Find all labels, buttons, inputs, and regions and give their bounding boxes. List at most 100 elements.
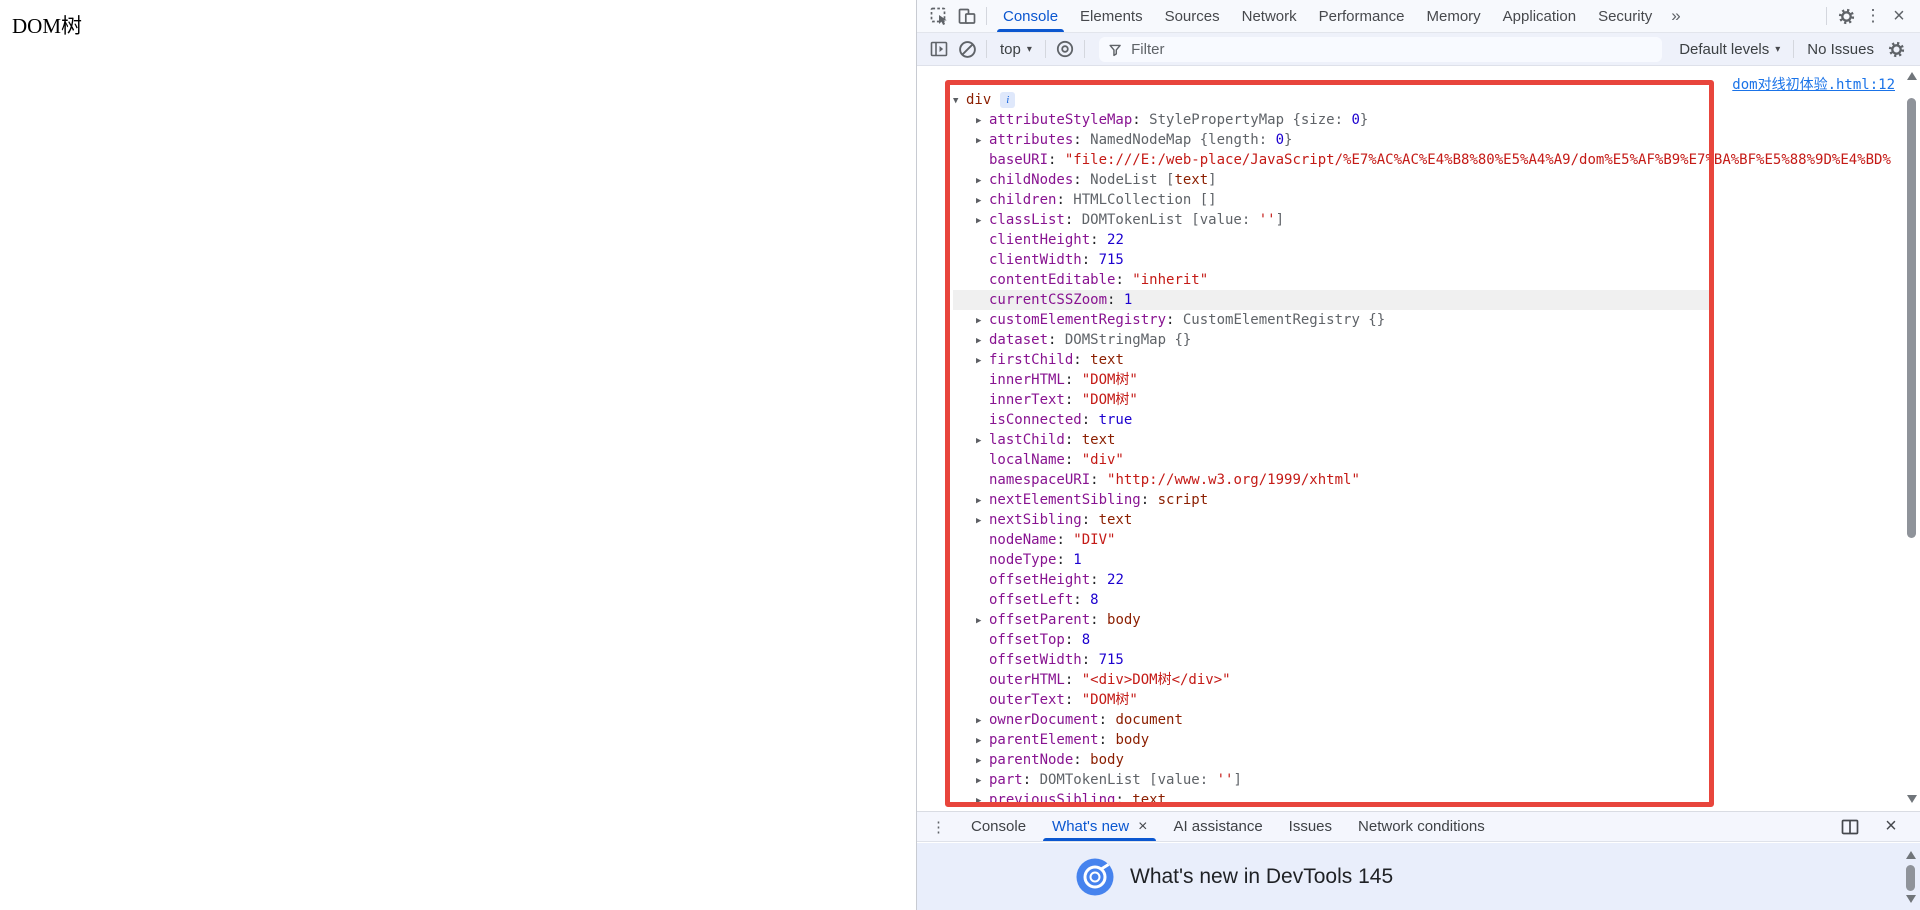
expand-closed-icon[interactable]: ▶ — [976, 191, 990, 211]
expand-open-icon[interactable]: ▼ — [953, 91, 967, 111]
tree-row-clientHeight[interactable]: clientHeight: 22 — [953, 230, 1896, 250]
issues-counter[interactable]: No Issues — [1799, 41, 1882, 58]
expand-closed-icon[interactable]: ▶ — [976, 331, 990, 351]
more-tabs-button[interactable]: » — [1663, 6, 1688, 26]
tab-memory[interactable]: Memory — [1416, 0, 1492, 32]
tree-row-currentCSSZoom[interactable]: currentCSSZoom: 1 — [953, 290, 1709, 310]
expand-closed-icon[interactable]: ▶ — [976, 311, 990, 331]
expand-closed-icon[interactable]: ▶ — [976, 211, 990, 231]
drawer-tab-console[interactable]: Console — [958, 812, 1039, 841]
tab-performance[interactable]: Performance — [1308, 0, 1416, 32]
kebab-menu-icon[interactable]: ⋮ — [1860, 6, 1886, 26]
source-link[interactable]: dom对线初体验.html:12 — [1732, 74, 1895, 94]
colon: : — [1065, 372, 1082, 388]
inspect-element-button[interactable] — [925, 2, 953, 30]
expand-closed-icon[interactable]: ▶ — [976, 111, 990, 131]
tree-row-offsetTop[interactable]: offsetTop: 8 — [953, 630, 1896, 650]
scroll-down-arrow-icon[interactable] — [1906, 895, 1916, 903]
scroll-down-arrow-icon[interactable] — [1907, 795, 1917, 803]
tree-row-attributes[interactable]: ▶attributes: NamedNodeMap {length: 0} — [953, 130, 1896, 150]
expand-closed-icon[interactable]: ▶ — [976, 491, 990, 511]
tree-row-part[interactable]: ▶part: DOMTokenList [value: ''] — [953, 770, 1896, 790]
tree-row-innerText[interactable]: innerText: "DOM树" — [953, 390, 1896, 410]
tree-row-nextElementSibling[interactable]: ▶nextElementSibling: script — [953, 490, 1896, 510]
live-expression-button[interactable] — [1051, 35, 1079, 63]
expand-closed-icon[interactable]: ▶ — [976, 791, 990, 810]
tree-row-parentElement[interactable]: ▶parentElement: body — [953, 730, 1896, 750]
tab-console[interactable]: Console — [992, 0, 1069, 32]
tree-row-offsetParent[interactable]: ▶offsetParent: body — [953, 610, 1896, 630]
expand-closed-icon[interactable]: ▶ — [976, 731, 990, 751]
tree-row-dataset[interactable]: ▶dataset: DOMStringMap {} — [953, 330, 1896, 350]
expand-closed-icon[interactable]: ▶ — [976, 511, 990, 531]
scroll-up-arrow-icon[interactable] — [1906, 851, 1916, 859]
filter-box[interactable] — [1099, 37, 1662, 62]
drawer-tab-issues[interactable]: Issues — [1276, 812, 1345, 841]
expand-closed-icon[interactable]: ▶ — [976, 771, 990, 791]
tab-sources[interactable]: Sources — [1154, 0, 1231, 32]
tree-row-ownerDocument[interactable]: ▶ownerDocument: document — [953, 710, 1896, 730]
console-sidebar-button[interactable] — [925, 35, 953, 63]
property-value: "div" — [1082, 452, 1124, 468]
colon: : — [1099, 712, 1116, 728]
tree-row-outerText[interactable]: outerText: "DOM树" — [953, 690, 1896, 710]
tree-row-attributeStyleMap[interactable]: ▶attributeStyleMap: StylePropertyMap {si… — [953, 110, 1896, 130]
drawer-tab-what-s-new[interactable]: What's new× — [1039, 812, 1160, 841]
log-levels-selector[interactable]: Default levels ▾ — [1671, 41, 1788, 58]
close-drawer-button[interactable]: × — [1878, 815, 1904, 838]
tab-elements[interactable]: Elements — [1069, 0, 1154, 32]
tree-row-lastChild[interactable]: ▶lastChild: text — [953, 430, 1896, 450]
close-devtools-button[interactable]: × — [1886, 5, 1912, 28]
tab-application[interactable]: Application — [1492, 0, 1587, 32]
expand-closed-icon[interactable]: ▶ — [976, 351, 990, 371]
drawer-tab-ai-assistance[interactable]: AI assistance — [1160, 812, 1275, 841]
property-name: namespaceURI — [989, 472, 1090, 488]
expand-closed-icon[interactable]: ▶ — [976, 611, 990, 631]
info-badge-icon[interactable]: i — [1000, 92, 1015, 108]
context-selector[interactable]: top ▾ — [992, 41, 1040, 58]
scrollbar-thumb[interactable] — [1907, 98, 1916, 538]
tree-row-isConnected[interactable]: isConnected: true — [953, 410, 1896, 430]
tree-row-nodeType[interactable]: nodeType: 1 — [953, 550, 1896, 570]
drawer-menu-button[interactable]: ⋮ — [917, 818, 958, 836]
tab-security[interactable]: Security — [1587, 0, 1663, 32]
close-tab-icon[interactable]: × — [1138, 818, 1147, 836]
tree-row-parentNode[interactable]: ▶parentNode: body — [953, 750, 1896, 770]
console-settings-button[interactable] — [1882, 35, 1910, 63]
tree-row-offsetLeft[interactable]: offsetLeft: 8 — [953, 590, 1896, 610]
tree-row-offsetHeight[interactable]: offsetHeight: 22 — [953, 570, 1896, 590]
tree-row-offsetWidth[interactable]: offsetWidth: 715 — [953, 650, 1896, 670]
settings-button[interactable] — [1832, 2, 1860, 30]
tree-row-nextSibling[interactable]: ▶nextSibling: text — [953, 510, 1896, 530]
tree-row-namespaceURI[interactable]: namespaceURI: "http://www.w3.org/1999/xh… — [953, 470, 1896, 490]
tree-row-previousSibling[interactable]: ▶previousSibling: text — [953, 790, 1896, 810]
tree-row-firstChild[interactable]: ▶firstChild: text — [953, 350, 1896, 370]
expand-closed-icon[interactable]: ▶ — [976, 171, 990, 191]
property-value: DOMTokenList [value: — [1082, 212, 1259, 228]
scroll-up-arrow-icon[interactable] — [1907, 72, 1917, 80]
drawer-scrollbar[interactable] — [1904, 849, 1917, 907]
tree-row-localName[interactable]: localName: "div" — [953, 450, 1896, 470]
expand-closed-icon[interactable]: ▶ — [976, 751, 990, 771]
drawer-tab-network-conditions[interactable]: Network conditions — [1345, 812, 1498, 841]
tree-row-childNodes[interactable]: ▶childNodes: NodeList [text] — [953, 170, 1896, 190]
expand-closed-icon[interactable]: ▶ — [976, 431, 990, 451]
clear-console-button[interactable] — [953, 35, 981, 63]
tree-row-clientWidth[interactable]: clientWidth: 715 — [953, 250, 1896, 270]
dock-drawer-button[interactable] — [1836, 813, 1864, 841]
filter-input[interactable] — [1131, 41, 1654, 58]
tab-network[interactable]: Network — [1231, 0, 1308, 32]
expand-closed-icon[interactable]: ▶ — [976, 131, 990, 151]
tree-row-nodeName[interactable]: nodeName: "DIV" — [953, 530, 1896, 550]
tree-row-customElementRegistry[interactable]: ▶customElementRegistry: CustomElementReg… — [953, 310, 1896, 330]
tree-row-innerHTML[interactable]: innerHTML: "DOM树" — [953, 370, 1896, 390]
tree-row-contentEditable[interactable]: contentEditable: "inherit" — [953, 270, 1896, 290]
console-scrollbar[interactable] — [1905, 70, 1918, 807]
device-toolbar-button[interactable] — [953, 2, 981, 30]
tree-row-children[interactable]: ▶children: HTMLCollection [] — [953, 190, 1896, 210]
tree-row-baseURI[interactable]: baseURI: "file:///E:/web-place/JavaScrip… — [953, 150, 1896, 170]
expand-closed-icon[interactable]: ▶ — [976, 711, 990, 731]
tree-row-outerHTML[interactable]: outerHTML: "<div>DOM树</div>" — [953, 670, 1896, 690]
scrollbar-thumb[interactable] — [1906, 865, 1915, 891]
tree-row-classList[interactable]: ▶classList: DOMTokenList [value: ''] — [953, 210, 1896, 230]
